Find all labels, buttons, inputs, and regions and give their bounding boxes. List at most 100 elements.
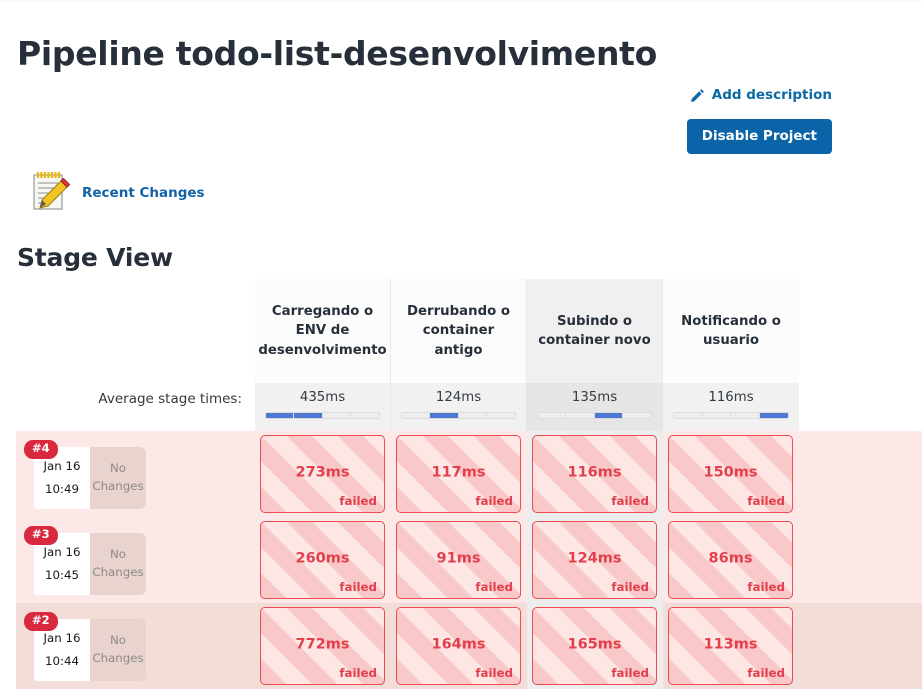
average-time-0: 435ms [299,390,346,405]
average-cell-0: 435ms [255,383,391,431]
disable-project-button[interactable]: Disable Project [686,119,832,154]
stage-duration: 91ms [436,550,481,567]
stage-duration: 124ms [567,550,622,567]
stage-cell[interactable]: 124ms failed [532,521,657,599]
page-title: Pipeline todo-list-desenvolvimento [17,34,658,73]
average-cell-2: 135ms [527,383,663,431]
stage-status: failed [339,580,377,594]
stage-cell[interactable]: 113ms failed [668,607,793,685]
build-changes[interactable]: No Changes [90,447,146,509]
stage-cell-wrap: 260ms failed [255,517,391,603]
stage-status: failed [339,494,377,508]
add-description-link[interactable]: Add description [690,87,832,103]
stage-view-matrix: Carregando o ENV de desenvolvimento Derr… [0,279,922,689]
stage-cell[interactable]: 91ms failed [396,521,521,599]
add-description-label: Add description [711,87,832,103]
stage-duration: 772ms [295,636,350,653]
build-label-cell: #3 Jan 16 10:45 No Changes [0,517,255,603]
stage-header-row: Carregando o ENV de desenvolvimento Derr… [0,279,922,383]
average-bar-2 [537,412,652,419]
stage-cell-wrap: 150ms failed [663,431,799,517]
stage-cell-wrap: 772ms failed [255,603,391,689]
stage-cell[interactable]: 117ms failed [396,435,521,513]
build-row: #2 Jan 16 10:44 No Changes 772ms failed … [0,603,922,689]
stage-header-2[interactable]: Subindo o container novo [527,279,663,383]
stage-status: failed [747,666,785,680]
stage-cell-wrap: 273ms failed [255,431,391,517]
stage-cell-wrap: 113ms failed [663,603,799,689]
stage-cell[interactable]: 86ms failed [668,521,793,599]
build-changes-line1: No [109,547,127,562]
build-changes[interactable]: No Changes [90,619,146,681]
build-date: Jan 16 [43,545,81,560]
build-changes-line2: Changes [92,479,144,493]
build-label-cell: #4 Jan 16 10:49 No Changes [0,431,255,517]
stage-cell-wrap: 86ms failed [663,517,799,603]
build-row: #3 Jan 16 10:45 No Changes 260ms failed … [0,517,922,603]
recent-changes-label: Recent Changes [82,185,205,201]
stage-cell[interactable]: 772ms failed [260,607,385,685]
average-stage-times-label: Average stage times: [98,391,242,407]
header-corner-spacer [0,279,255,383]
average-bar-1 [401,412,516,419]
build-time: 10:49 [45,481,79,496]
stage-duration: 260ms [295,550,350,567]
average-time-3: 116ms [708,390,754,405]
build-changes-line1: No [109,461,127,476]
build-time: 10:44 [45,653,79,668]
stage-duration: 116ms [567,464,622,481]
average-stage-times-row: Average stage times: 435ms 124ms 135ms 1… [0,383,922,431]
stage-header-0[interactable]: Carregando o ENV de desenvolvimento [255,279,391,383]
average-time-1: 124ms [435,390,482,405]
notepad-pencil-icon [27,169,73,217]
stage-cell[interactable]: 260ms failed [260,521,385,599]
pencil-icon [690,88,705,103]
recent-changes-link[interactable]: Recent Changes [27,169,205,217]
stage-view-page: Pipeline todo-list-desenvolvimento Add d… [0,0,922,700]
stage-duration: 86ms [708,550,753,567]
stage-cell[interactable]: 116ms failed [532,435,657,513]
build-changes-line2: Changes [92,651,144,665]
stage-status: failed [747,494,785,508]
stage-view-title: Stage View [17,243,173,272]
stage-status: failed [339,666,377,680]
stage-duration: 273ms [295,464,350,481]
stage-status: failed [475,580,513,594]
stage-cell[interactable]: 164ms failed [396,607,521,685]
build-changes-line1: No [109,633,127,648]
stage-status: failed [475,666,513,680]
build-date: Jan 16 [43,459,81,474]
stage-cell-wrap: 91ms failed [391,517,527,603]
stage-cell[interactable]: 150ms failed [668,435,793,513]
build-time: 10:45 [45,567,79,582]
stage-duration: 164ms [431,636,486,653]
build-changes-line2: Changes [92,565,144,579]
build-changes[interactable]: No Changes [90,533,146,595]
stage-duration: 150ms [703,464,758,481]
stage-cell-wrap: 116ms failed [527,431,663,517]
stage-status: failed [611,494,649,508]
stage-cell[interactable]: 273ms failed [260,435,385,513]
stage-status: failed [747,580,785,594]
average-bar-3 [673,412,789,419]
stage-status: failed [611,580,649,594]
stage-duration: 165ms [567,636,622,653]
build-date: Jan 16 [43,631,81,646]
build-label-cell: #2 Jan 16 10:44 No Changes [0,603,255,689]
build-number-badge[interactable]: #3 [24,526,58,545]
stage-cell[interactable]: 165ms failed [532,607,657,685]
stage-cell-wrap: 165ms failed [527,603,663,689]
stage-duration: 117ms [431,464,486,481]
stage-header-3[interactable]: Notificando o usuario [663,279,799,383]
average-time-2: 135ms [571,390,618,405]
average-cell-3: 116ms [663,383,799,431]
build-row: #4 Jan 16 10:49 No Changes 273ms failed … [0,431,922,517]
stage-cell-wrap: 124ms failed [527,517,663,603]
stage-cell-wrap: 164ms failed [391,603,527,689]
stage-duration: 113ms [703,636,758,653]
stage-status: failed [611,666,649,680]
stage-header-1[interactable]: Derrubando o container antigo [391,279,527,383]
build-number-badge[interactable]: #4 [24,440,58,459]
build-number-badge[interactable]: #2 [24,612,58,631]
average-cell-1: 124ms [391,383,527,431]
